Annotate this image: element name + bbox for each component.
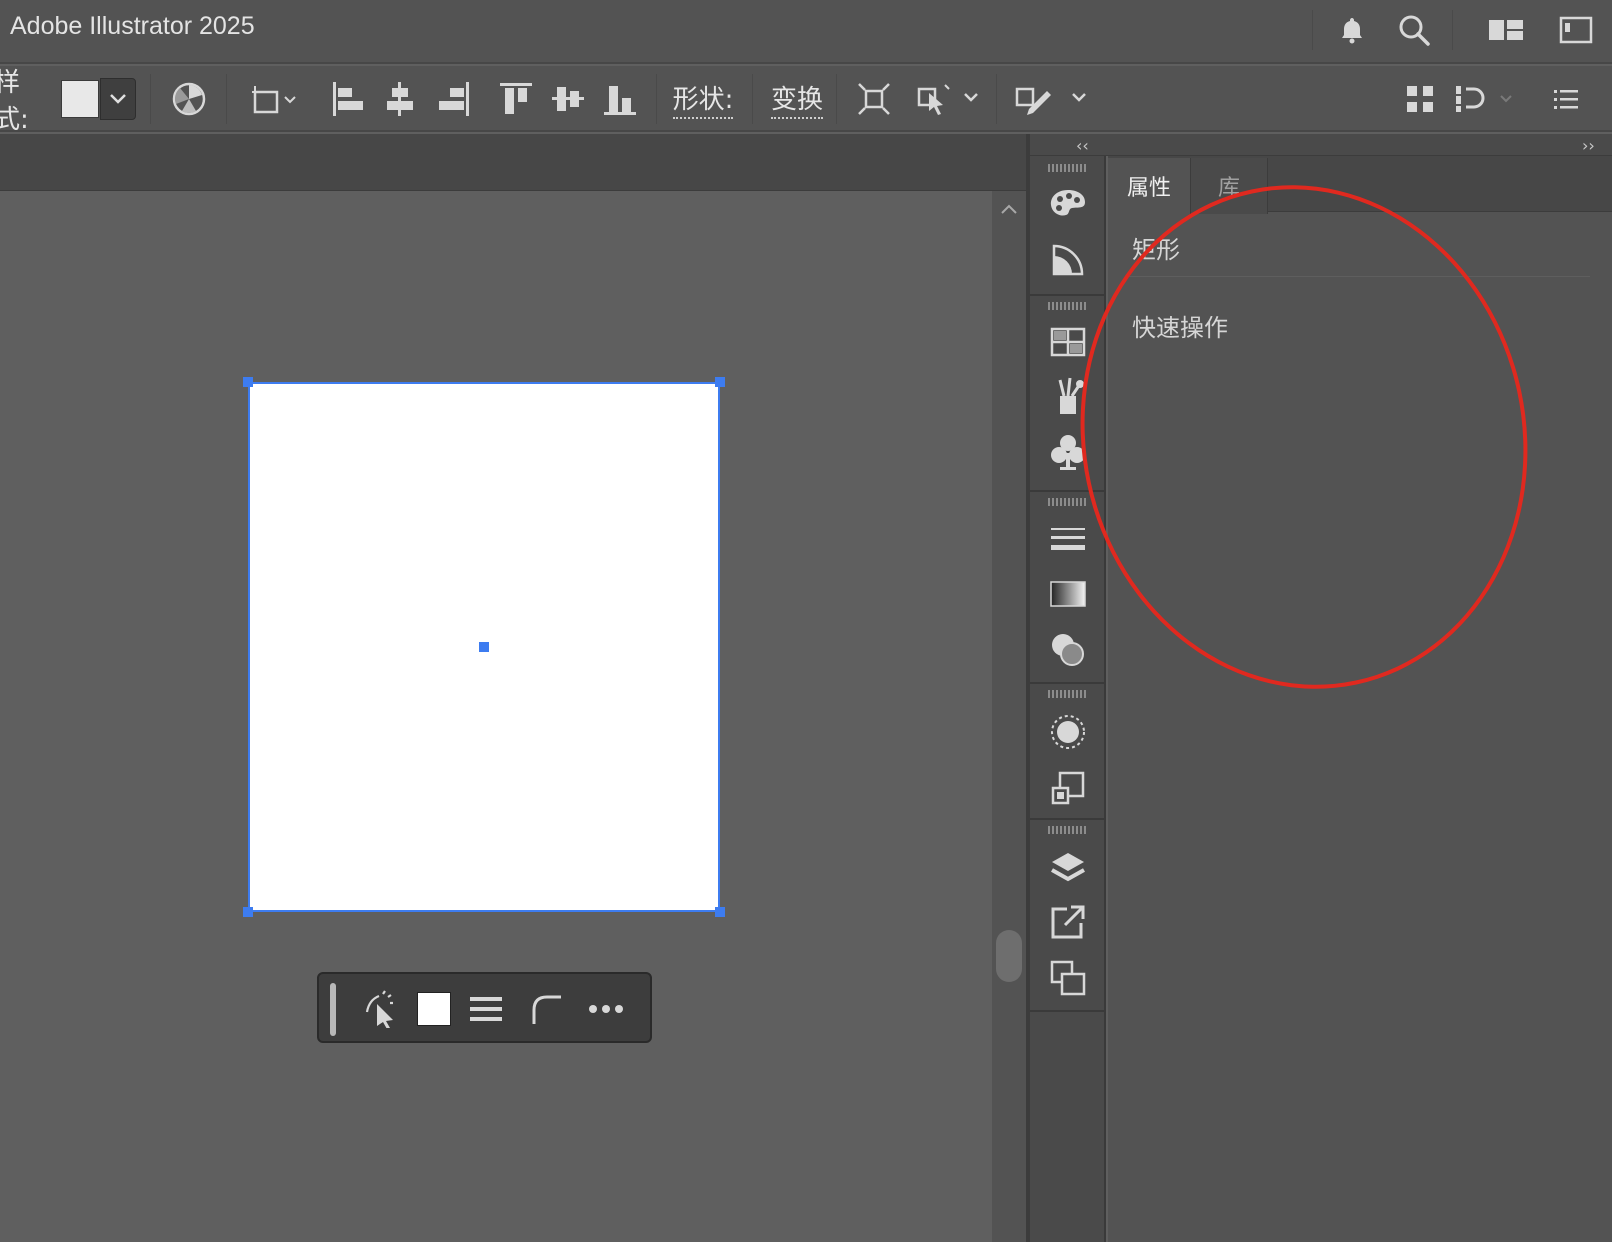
title-bar: Adobe Illustrator 2025 — [0, 0, 1612, 64]
gradient-icon[interactable] — [1046, 572, 1090, 616]
collapse-left-icon[interactable]: ‹‹ — [1076, 136, 1089, 155]
vertical-scrollbar[interactable] — [992, 191, 1026, 1242]
tab-libraries[interactable]: 库 — [1190, 158, 1268, 214]
symbols-icon[interactable] — [1046, 430, 1090, 474]
align-vertical-center-icon[interactable] — [546, 78, 590, 120]
scrollbar-thumb[interactable] — [996, 930, 1022, 982]
selection-handle[interactable] — [243, 907, 253, 917]
dock-group — [1030, 296, 1104, 492]
align-right-icon[interactable] — [432, 78, 476, 120]
color-guide-icon[interactable] — [1046, 238, 1090, 282]
align-left-icon[interactable] — [326, 78, 370, 120]
panel-icon-dock — [1030, 156, 1106, 1242]
object-type-label: 矩形 — [1132, 236, 1180, 264]
dock-group — [1030, 156, 1104, 296]
control-bar: 样式: 形状: 变换 — [0, 66, 1612, 135]
align-bottom-icon[interactable] — [598, 78, 642, 120]
bounding-box-icon[interactable] — [852, 78, 896, 120]
grip-icon[interactable] — [1048, 164, 1088, 172]
selection-handle[interactable] — [715, 907, 725, 917]
titlebar-divider — [1312, 10, 1313, 50]
corner-radius-icon[interactable] — [525, 988, 567, 1030]
section-divider — [1128, 276, 1590, 277]
selection-handle[interactable] — [715, 377, 725, 387]
align-top-icon[interactable] — [494, 78, 538, 120]
align-horizontal-center-icon[interactable] — [378, 78, 422, 120]
layers-icon[interactable] — [1046, 846, 1090, 890]
color-palette-icon[interactable] — [1046, 182, 1090, 226]
distribute-objects-icon[interactable] — [1400, 78, 1440, 120]
artboards-icon[interactable] — [1046, 956, 1090, 1000]
document-tab-strip — [0, 134, 1026, 191]
controlbar-divider — [836, 74, 837, 124]
search-icon[interactable] — [1396, 12, 1432, 48]
grip-icon[interactable] — [1048, 302, 1088, 310]
panel-menu-icon[interactable] — [1546, 78, 1586, 120]
drag-handle[interactable] — [330, 983, 336, 1036]
controlbar-divider — [150, 74, 151, 124]
transform-link[interactable]: 变换 — [764, 78, 830, 120]
dock-header — [1030, 134, 1612, 156]
quick-actions-heading[interactable]: 快速操作 — [1132, 308, 1228, 343]
style-dropdown[interactable] — [100, 78, 136, 120]
dock-group — [1030, 492, 1104, 684]
graphic-styles-icon[interactable] — [1046, 766, 1090, 810]
swatches-icon[interactable] — [1046, 320, 1090, 364]
grip-icon[interactable] — [1048, 826, 1088, 834]
contextual-task-bar — [317, 972, 652, 1043]
controlbar-divider — [752, 74, 753, 124]
center-point — [479, 642, 489, 652]
app-title: Adobe Illustrator 2025 — [10, 12, 255, 40]
dock-group — [1030, 820, 1104, 1012]
more-options-icon[interactable] — [585, 988, 627, 1030]
scroll-up-icon[interactable] — [998, 198, 1020, 220]
controlbar-divider — [996, 74, 997, 124]
appearance-icon[interactable] — [1046, 710, 1090, 754]
bell-icon[interactable] — [1334, 12, 1370, 48]
arrange-dropdown[interactable] — [1452, 78, 1518, 120]
controlbar-divider — [656, 74, 657, 124]
style-label: 样式: — [0, 68, 29, 135]
grip-icon[interactable] — [1048, 690, 1088, 698]
fill-swatch[interactable] — [413, 988, 455, 1030]
dock-group — [1030, 684, 1104, 820]
style-swatch[interactable] — [61, 80, 99, 118]
asset-export-icon[interactable] — [1046, 900, 1090, 944]
edit-toolbar-dropdown[interactable] — [1012, 78, 1090, 120]
expand-right-icon[interactable]: ›› — [1582, 136, 1595, 155]
brushes-icon[interactable] — [1046, 374, 1090, 418]
tab-properties[interactable]: 属性 — [1108, 158, 1190, 214]
stroke-lines-icon[interactable] — [465, 988, 507, 1030]
controlbar-divider — [226, 74, 227, 124]
select-similar-dropdown[interactable] — [914, 78, 982, 120]
panel-toggle-icon[interactable] — [1558, 12, 1594, 48]
titlebar-divider — [1452, 10, 1453, 50]
grip-icon[interactable] — [1048, 498, 1088, 506]
artboard-options-icon[interactable] — [248, 78, 302, 120]
shape-options-link[interactable]: 形状: — [668, 78, 738, 120]
stroke-icon[interactable] — [1046, 518, 1090, 562]
workspace-layout-icon[interactable] — [1488, 12, 1524, 48]
generative-recolor-icon[interactable] — [361, 988, 403, 1030]
recolor-artwork-icon[interactable] — [168, 78, 210, 120]
transparency-icon[interactable] — [1046, 628, 1090, 672]
selection-handle[interactable] — [243, 377, 253, 387]
